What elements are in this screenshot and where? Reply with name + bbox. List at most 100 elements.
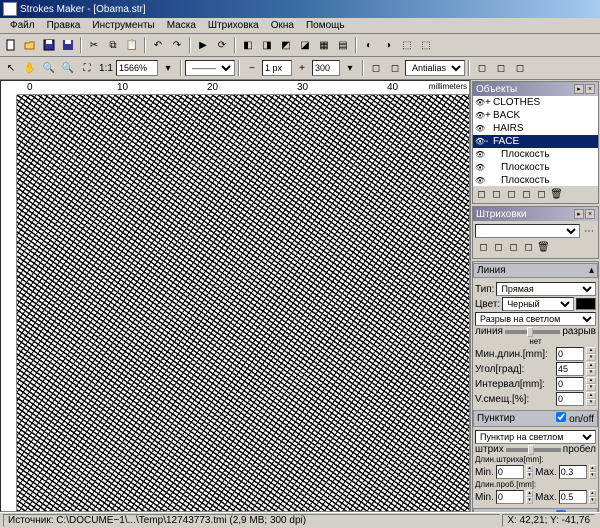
menu-bar: Файл Правка Инструменты Маска Штриховка … (0, 18, 600, 34)
tool-b-icon[interactable]: ◨ (258, 36, 276, 54)
tree-child: 👁Плоскость (473, 161, 598, 174)
panel-close-icon[interactable]: × (585, 84, 595, 94)
line-section-title: Линия (477, 265, 506, 276)
render-b-icon[interactable]: ◻ (386, 59, 404, 77)
dpi-dropdown-icon[interactable]: ▾ (341, 59, 359, 77)
objects-panel-title: Объекты (476, 84, 517, 95)
refresh-icon[interactable]: ⟳ (213, 36, 231, 54)
zoom-1-icon[interactable]: 1:1 (97, 59, 115, 77)
hatch-select[interactable] (475, 224, 580, 238)
hatching-panel: Штриховки ▸× ⋯ ◻ ◻ ◻ ◻ 🗑 (472, 206, 599, 259)
obj-btn-2[interactable]: ◻ (489, 187, 504, 202)
canvas-area: 0 10 20 30 40 millimeters (0, 80, 470, 512)
open-icon[interactable] (21, 36, 39, 54)
thick-onoff-checkbox[interactable] (556, 510, 566, 512)
dash-mode-select[interactable]: Пунктир на светлом (475, 430, 596, 444)
dash-slider[interactable] (506, 448, 561, 452)
objects-tree[interactable]: 👁+CLOTHES 👁+BACK 👁HAIRS 👁-FACE 👁Плоскост… (473, 96, 598, 186)
save-as-icon[interactable] (59, 36, 77, 54)
gmax-input[interactable] (559, 490, 587, 504)
paste-icon[interactable]: 📋 (123, 36, 141, 54)
tool-c-icon[interactable]: ◩ (277, 36, 295, 54)
tool-i-icon[interactable]: ⬚ (398, 36, 416, 54)
minlen-input[interactable] (556, 347, 584, 361)
zoom-input[interactable] (116, 60, 158, 76)
smin-input[interactable] (496, 465, 524, 479)
render-mode-select[interactable]: Antialiasing (405, 60, 465, 76)
obj-btn-6[interactable]: 🗑 (549, 187, 564, 202)
line-style-select[interactable]: ——— (185, 60, 235, 76)
line-type-select[interactable]: Прямая (496, 282, 596, 296)
menu-help[interactable]: Помощь (300, 20, 351, 31)
stroke-dec-icon[interactable]: − (243, 59, 261, 77)
spinner[interactable]: ▴▾ (586, 347, 596, 361)
view-a-icon[interactable]: ◻ (473, 59, 491, 77)
panel-menu-icon[interactable]: ▸ (574, 209, 584, 219)
render-a-icon[interactable]: ◻ (367, 59, 385, 77)
spinner[interactable]: ▴▾ (586, 362, 596, 376)
obj-btn-3[interactable]: ◻ (504, 187, 519, 202)
tool-f-icon[interactable]: ▤ (334, 36, 352, 54)
obj-btn-4[interactable]: ◻ (519, 187, 534, 202)
tool-h-icon[interactable]: ◑ (379, 36, 397, 54)
status-coords: X: 42,21; Y: -41,76 (502, 514, 595, 527)
hatch-btn-3[interactable]: ◻ (506, 240, 521, 255)
color-swatch[interactable] (576, 298, 596, 310)
hand-icon[interactable]: ✋ (21, 59, 39, 77)
tool-j-icon[interactable]: ⬚ (417, 36, 435, 54)
tool-g-icon[interactable]: ◐ (360, 36, 378, 54)
tool-d-icon[interactable]: ◪ (296, 36, 314, 54)
spinner[interactable]: ▴▾ (586, 392, 596, 406)
collapse-icon[interactable]: ▴ (589, 265, 594, 276)
hatch-btn-5[interactable]: 🗑 (536, 240, 551, 255)
view-c-icon[interactable]: ◻ (511, 59, 529, 77)
view-b-icon[interactable]: ◻ (492, 59, 510, 77)
spinner[interactable]: ▴▾ (586, 377, 596, 391)
line-color-select[interactable]: Черный (502, 297, 574, 311)
panel-menu-icon[interactable]: ▸ (574, 84, 584, 94)
hatch-opt-icon[interactable]: ⋯ (582, 224, 596, 238)
pointer-icon[interactable]: ↖ (2, 59, 20, 77)
menu-tools[interactable]: Инструменты (86, 20, 160, 31)
copy-icon[interactable]: ⧉ (104, 36, 122, 54)
menu-windows[interactable]: Окна (265, 20, 300, 31)
stroke-width-input[interactable] (262, 60, 292, 76)
cut-icon[interactable]: ✂ (85, 36, 103, 54)
obj-btn-5[interactable]: ◻ (534, 187, 549, 202)
zoom-out-icon[interactable]: 🔍 (59, 59, 77, 77)
obj-btn-1[interactable]: ◻ (474, 187, 489, 202)
dpi-input[interactable] (312, 60, 340, 76)
menu-hatch[interactable]: Штриховка (202, 20, 265, 31)
hatching-panel-title: Штриховки (476, 209, 527, 220)
undo-icon[interactable]: ↶ (149, 36, 167, 54)
save-icon[interactable] (40, 36, 58, 54)
zoom-fit-icon[interactable]: ⛶ (78, 59, 96, 77)
menu-edit[interactable]: Правка (41, 20, 87, 31)
angle-input[interactable] (556, 362, 584, 376)
tool-e-icon[interactable]: ▦ (315, 36, 333, 54)
gmin-input[interactable] (496, 490, 524, 504)
hatch-btn-2[interactable]: ◻ (491, 240, 506, 255)
line-slider[interactable] (505, 330, 560, 334)
ruler-units: millimeters (429, 82, 467, 91)
new-icon[interactable] (2, 36, 20, 54)
hatch-btn-1[interactable]: ◻ (476, 240, 491, 255)
interval-input[interactable] (556, 377, 584, 391)
tool-a-icon[interactable]: ◧ (239, 36, 257, 54)
menu-file[interactable]: Файл (4, 20, 41, 31)
stroke-inc-icon[interactable]: + (293, 59, 311, 77)
zoom-in-icon[interactable]: 🔍 (40, 59, 58, 77)
zoom-dropdown-icon[interactable]: ▾ (159, 59, 177, 77)
dash-section-title: Пунктир (477, 413, 515, 424)
menu-mask[interactable]: Маска (161, 20, 202, 31)
hatch-btn-4[interactable]: ◻ (521, 240, 536, 255)
redo-icon[interactable]: ↷ (168, 36, 186, 54)
smax-input[interactable] (559, 465, 587, 479)
panel-close-icon[interactable]: × (585, 209, 595, 219)
dash-onoff-checkbox[interactable] (556, 412, 566, 422)
window-title: Strokes Maker - [Obama.str] (20, 4, 597, 15)
play-icon[interactable]: ▶ (194, 36, 212, 54)
vshift-input[interactable] (556, 392, 584, 406)
canvas[interactable] (17, 95, 469, 511)
break-mode-select[interactable]: Разрыв на светлом (475, 312, 596, 326)
